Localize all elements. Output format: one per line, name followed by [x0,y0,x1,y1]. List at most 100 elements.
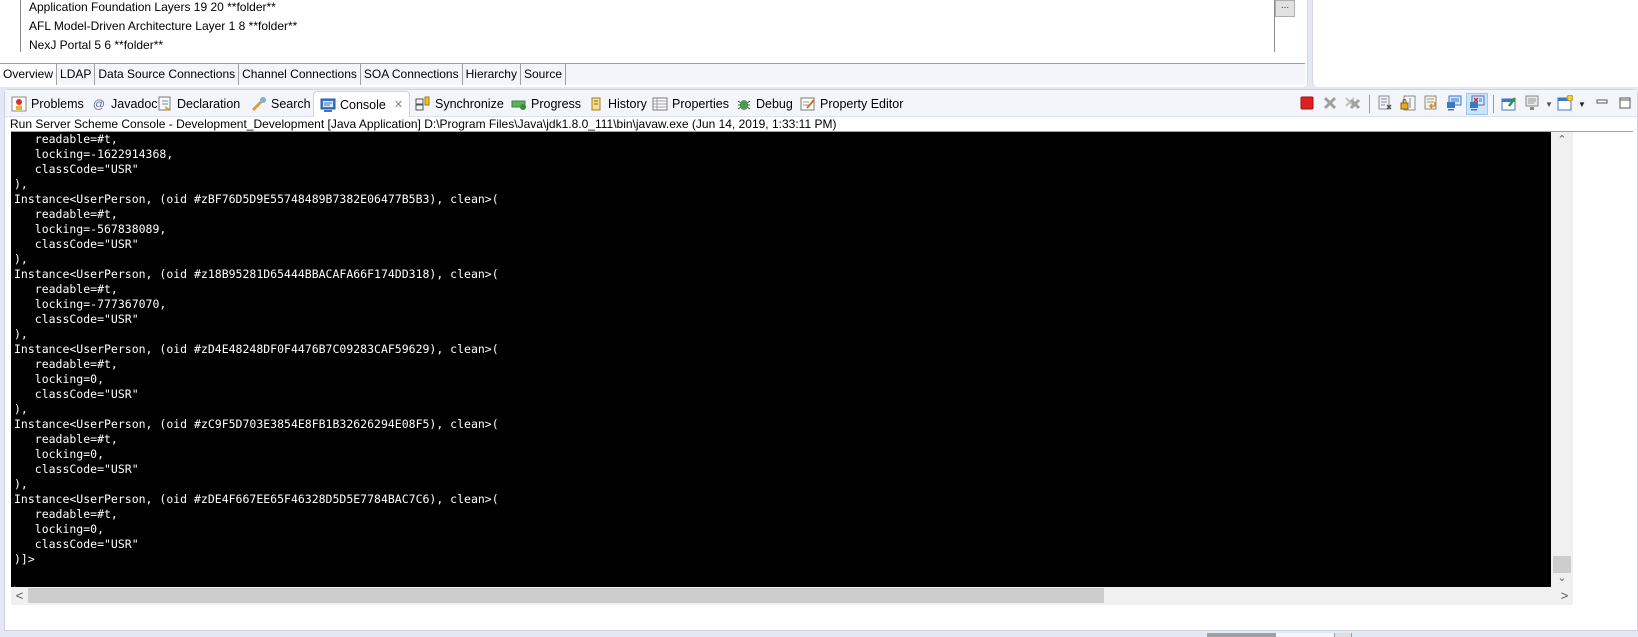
tab-hierarchy[interactable]: Hierarchy [463,64,521,85]
tab-ldap[interactable]: LDAP [57,64,96,85]
status-segment [1276,633,1334,637]
outline-pane [1312,0,1638,87]
scroll-lock-button[interactable] [1397,93,1419,115]
horizontal-scrollbar[interactable]: < > [11,587,1573,605]
console-line: readable=#t, [14,207,118,221]
scroll-left-icon[interactable]: < [11,587,28,605]
display-selected-console-icon [1524,95,1540,114]
property-editor-icon [800,96,816,112]
console-line: Instance<UserPerson, (oid #zD4E48248DF0F… [14,342,499,356]
minimize-icon [1595,96,1609,113]
console-line: classCode="USR" [14,312,139,326]
minimize-button[interactable] [1591,93,1613,115]
console-icon [320,97,336,113]
show-console-stderr-button[interactable] [1466,93,1488,115]
progress-icon [511,96,527,112]
vertical-scrollbar[interactable]: ⌃ ⌄ [1551,132,1573,587]
maximize-button[interactable] [1614,93,1636,115]
tab-console[interactable]: Console ✕ [313,91,411,117]
eclipse-window: Application Foundation Layers 19 20 **fo… [0,0,1638,637]
scroll-down-icon[interactable]: ⌄ [1551,570,1573,587]
clear-console-icon [1377,95,1393,114]
clear-console-button[interactable] [1374,93,1396,115]
declaration-icon [157,96,173,112]
tab-overview[interactable]: Overview [0,64,58,85]
console-toolbar: ▼ ▼ [1296,93,1637,115]
display-selected-console-button[interactable] [1521,93,1543,115]
console-line: readable=#t, [14,507,118,521]
open-console-dropdown[interactable]: ▼ [1577,93,1587,115]
scroll-right-icon[interactable]: > [1556,587,1573,605]
scroll-up-icon[interactable]: ⌃ [1551,132,1573,149]
tab-data-source-connections[interactable]: Data Source Connections [95,64,240,85]
console-line: Instance<UserPerson, (oid #zBF76D5D9E557… [14,192,499,206]
tab-history[interactable]: History [588,93,647,115]
open-console-icon [1557,94,1574,114]
close-icon[interactable]: ✕ [394,94,403,116]
tab-search[interactable]: Search [251,93,311,115]
tab-source[interactable]: Source [521,64,566,85]
toolbar-separator [1369,95,1370,113]
remove-all-terminated-button[interactable] [1342,93,1364,115]
synchronize-icon [415,96,431,112]
terminate-icon [1300,96,1314,113]
word-wrap-button[interactable] [1420,93,1442,115]
console-line: ), [14,177,28,191]
console-line: locking=-567838089, [14,222,167,236]
status-segment [1334,633,1352,637]
console-line: ), [14,327,28,341]
scroll-lock-icon [1400,95,1416,114]
chevron-down-icon: ▼ [1578,99,1586,109]
tab-progress[interactable]: Progress [511,93,581,115]
tab-channel-connections[interactable]: Channel Connections [239,64,361,85]
console-line: ), [14,252,28,266]
tab-problems[interactable]: Problems [11,93,84,115]
console-view: Problems @ Javadoc Declaration Search Co… [4,89,1638,631]
tab-synchronize[interactable]: Synchronize [415,93,504,115]
status-segment [1207,633,1276,637]
tree-item[interactable]: NexJ Portal 5 6 **folder** [29,38,1274,57]
tree-list: Application Foundation Layers 19 20 **fo… [20,0,1275,52]
console-area: readable=#t, locking=-1622914368, classC… [11,131,1633,607]
remove-all-terminated-icon [1345,96,1361,113]
tree-item[interactable]: AFL Model-Driven Architecture Layer 1 8 … [29,19,1274,38]
display-selected-console-dropdown[interactable]: ▼ [1544,93,1554,115]
tab-declaration[interactable]: Declaration [157,93,240,115]
console-line: readable=#t, [14,132,118,146]
tab-property-editor[interactable]: Property Editor [800,93,903,115]
tab-soa-connections[interactable]: SOA Connections [361,64,463,85]
console-line: Instance<UserPerson, (oid #zDE4F667EE65F… [14,492,499,506]
chevron-down-icon: ▼ [1545,99,1553,109]
search-icon [251,96,267,112]
console-output[interactable]: readable=#t, locking=-1622914368, classC… [11,132,1551,587]
terminate-button[interactable] [1296,93,1318,115]
tab-javadoc[interactable]: @ Javadoc [91,93,158,115]
console-description: Run Server Scheme Console - Development_… [10,117,837,131]
open-console-button[interactable] [1554,93,1576,115]
javadoc-icon: @ [92,97,106,111]
tab-properties[interactable]: Properties [652,93,729,115]
console-line: locking=-1622914368, [14,147,174,161]
console-line: readable=#t, [14,357,118,371]
horizontal-scroll-thumb[interactable] [28,588,1104,603]
tab-debug[interactable]: Debug [736,93,793,115]
status-strip [1207,633,1353,637]
console-line: classCode="USR" [14,387,139,401]
history-icon [588,96,604,112]
pin-console-button[interactable] [1498,93,1520,115]
console-line: ), [14,477,28,491]
console-line: classCode="USR" [14,237,139,251]
properties-icon [652,96,668,112]
console-line: locking=-777367070, [14,297,167,311]
tree-item[interactable]: Application Foundation Layers 19 20 **fo… [29,0,1274,19]
console-line: readable=#t, [14,282,118,296]
browse-button[interactable]: ... [1275,0,1295,17]
console-line: locking=0, [14,447,105,461]
remove-launch-button[interactable] [1319,93,1341,115]
show-console-on-stderr-icon [1469,95,1485,114]
word-wrap-icon [1423,95,1439,114]
debug-icon [736,96,752,112]
console-line: readable=#t, [14,432,118,446]
show-console-stdout-button[interactable] [1443,93,1465,115]
